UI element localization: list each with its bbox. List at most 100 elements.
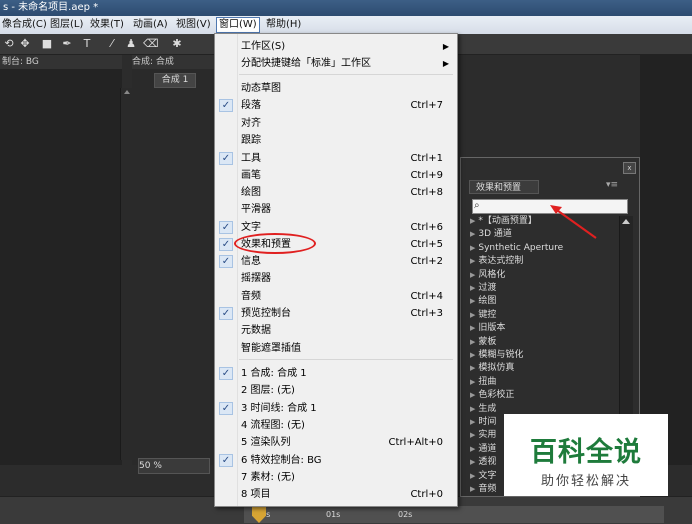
effects-category-item[interactable]: ▶ 风格化 (470, 269, 618, 282)
effects-category-label: 表达式控制 (478, 256, 524, 267)
stamp-tool-icon[interactable]: ♟ (124, 37, 138, 51)
expand-triangle-icon[interactable]: ▶ (470, 431, 475, 439)
expand-triangle-icon[interactable]: ▶ (470, 338, 475, 346)
expand-triangle-icon[interactable]: ▶ (470, 324, 475, 332)
expand-triangle-icon[interactable]: ▶ (470, 230, 475, 238)
menu-animation[interactable]: 动画(A) (131, 18, 170, 32)
effects-category-label: 色彩校正 (478, 390, 515, 401)
menu-item-label: 3 时间线: 合成 1 (241, 403, 317, 414)
menu-item-label: 工作区(S) (241, 41, 286, 52)
expand-triangle-icon[interactable]: ▶ (470, 351, 475, 359)
window-menu-item[interactable]: ✓ 1 合成: 合成 1 (215, 365, 457, 382)
pen-tool-icon[interactable]: ✒ (60, 37, 74, 51)
expand-triangle-icon[interactable]: ▶ (470, 271, 475, 279)
window-menu-item[interactable]: 绘图 Ctrl+8 (215, 184, 457, 201)
effects-category-item[interactable]: ▶ 旧版本 (470, 322, 618, 335)
effects-category-item[interactable]: ▶ 键控 (470, 309, 618, 322)
menu-view[interactable]: 视图(V) (174, 18, 213, 32)
window-menu-item[interactable]: ✓ 信息 Ctrl+2 (215, 253, 457, 270)
window-menu-item[interactable]: ✓ 文字 Ctrl+6 (215, 219, 457, 236)
expand-triangle-icon[interactable]: ▶ (470, 217, 475, 225)
window-menu-item[interactable]: 5 渲染队列 Ctrl+Alt+0 (215, 434, 457, 451)
effects-category-label: 模拟仿真 (478, 363, 515, 374)
menu-help[interactable]: 帮助(H) (264, 18, 303, 32)
window-menu-item[interactable]: 元数据 (215, 322, 457, 339)
effects-presets-tab[interactable]: 效果和预置 (469, 180, 539, 194)
close-icon[interactable]: x (623, 162, 636, 174)
puppet-tool-icon[interactable]: ✱ (170, 37, 184, 51)
window-menu-item[interactable]: 4 流程图: (无) (215, 417, 457, 434)
expand-triangle-icon[interactable]: ▶ (470, 445, 475, 453)
expand-triangle-icon[interactable]: ▶ (470, 418, 475, 426)
window-menu-item[interactable]: ✓ 3 时间线: 合成 1 (215, 400, 457, 417)
menu-composition[interactable]: 像合成(C) (0, 18, 49, 32)
window-menu-item[interactable]: ✓ 段落 Ctrl+7 (215, 97, 457, 114)
expand-triangle-icon[interactable]: ▶ (470, 458, 475, 466)
window-menu-item[interactable]: 分配快捷键给「标准」工作区 ▶ (215, 55, 457, 72)
expand-triangle-icon[interactable]: ▶ (470, 257, 475, 265)
window-menu-item[interactable]: ✓ 6 特效控制台: BG (215, 452, 457, 469)
expand-triangle-icon[interactable]: ▶ (470, 378, 475, 386)
expand-triangle-icon[interactable]: ▶ (470, 311, 475, 319)
effect-controls-header[interactable]: 制台: BG (0, 55, 122, 69)
window-menu-item[interactable]: 画笔 Ctrl+9 (215, 167, 457, 184)
brush-tool-icon[interactable]: ⁄ (105, 37, 119, 51)
expand-triangle-icon[interactable]: ▶ (470, 297, 475, 305)
window-menu-item[interactable]: 8 项目 Ctrl+0 (215, 486, 457, 503)
rotate-tool-icon[interactable]: ⟲ (2, 37, 16, 51)
menu-item-label: 元数据 (241, 325, 271, 336)
window-menu-item[interactable]: 跟踪 (215, 132, 457, 149)
menu-item-label: 画笔 (241, 170, 261, 181)
effects-category-item[interactable]: ▶ 过渡 (470, 282, 618, 295)
text-tool-icon[interactable]: T (80, 37, 94, 51)
effects-category-item[interactable]: ▶ 蒙板 (470, 336, 618, 349)
expand-triangle-icon[interactable]: ▶ (470, 364, 475, 372)
menu-effect[interactable]: 效果(T) (88, 18, 126, 32)
window-menu-item[interactable]: ✓ 工具 Ctrl+1 (215, 150, 457, 167)
menu-item-label: 分配快捷键给「标准」工作区 (241, 58, 371, 69)
window-menu-item[interactable]: 7 素材: (无) (215, 469, 457, 486)
expand-triangle-icon[interactable]: ▶ (470, 391, 475, 399)
effects-category-item[interactable]: ▶ 色彩校正 (470, 389, 618, 402)
effects-category-item[interactable]: ▶ 表达式控制 (470, 255, 618, 268)
window-menu-item[interactable]: 工作区(S) ▶ (215, 38, 457, 55)
checkmark-icon: ✓ (219, 402, 233, 415)
effects-category-item[interactable]: ▶ 模糊与锐化 (470, 349, 618, 362)
expand-triangle-icon[interactable]: ▶ (470, 485, 475, 493)
expand-triangle-icon[interactable]: ▶ (470, 405, 475, 413)
expand-triangle-icon[interactable]: ▶ (470, 244, 475, 252)
window-menu-item[interactable]: 对齐 (215, 115, 457, 132)
composition-tab[interactable]: 合成 1 (154, 73, 196, 88)
time-ruler[interactable]: 00s 01s 02s (244, 506, 664, 523)
zoom-value: 50 % (139, 461, 162, 471)
composition-header[interactable]: 合成: 合成 (132, 55, 216, 69)
window-menu-item[interactable]: 音频 Ctrl+4 (215, 288, 457, 305)
window-menu-item[interactable]: 平滑器 (215, 201, 457, 218)
eraser-tool-icon[interactable]: ⌫ (143, 37, 159, 51)
window-menu-item[interactable]: 智能遮罩插值 (215, 340, 457, 357)
effects-category-label: 旧版本 (478, 323, 506, 334)
window-menu-item[interactable]: 2 图层: (无) (215, 382, 457, 399)
zoom-select[interactable]: 50 % (138, 458, 210, 474)
effects-category-item[interactable]: ▶ 模拟仿真 (470, 362, 618, 375)
menu-window[interactable]: 窗口(W) (216, 17, 260, 33)
expand-triangle-icon[interactable]: ▶ (470, 472, 475, 480)
menu-item-label: 绘图 (241, 187, 261, 198)
effects-category-item[interactable]: ▶ 扭曲 (470, 376, 618, 389)
checkmark-icon: ✓ (219, 152, 233, 165)
checkmark-icon: ✓ (219, 454, 233, 467)
window-menu-item[interactable]: 摇摆器 (215, 270, 457, 287)
camera-tool-icon[interactable]: ✥ (18, 37, 32, 51)
expand-triangle-icon[interactable]: ▶ (470, 284, 475, 292)
effects-category-label: 扭曲 (478, 376, 497, 387)
search-icon: ⌕ (474, 200, 480, 211)
menu-layer[interactable]: 图层(L) (48, 18, 85, 32)
panel-menu-icon[interactable]: ▾≡ (606, 180, 622, 194)
scroll-up-icon[interactable] (622, 219, 630, 224)
window-menu-item[interactable]: ✓ 预览控制台 Ctrl+3 (215, 305, 457, 322)
right-panel-strip (640, 55, 692, 465)
window-menu-item[interactable]: 动态草图 (215, 80, 457, 97)
effects-category-item[interactable]: ▶ 绘图 (470, 295, 618, 308)
menu-item-shortcut: Ctrl+Alt+0 (388, 437, 443, 448)
rectangle-mask-tool-icon[interactable]: ■ (40, 37, 54, 51)
